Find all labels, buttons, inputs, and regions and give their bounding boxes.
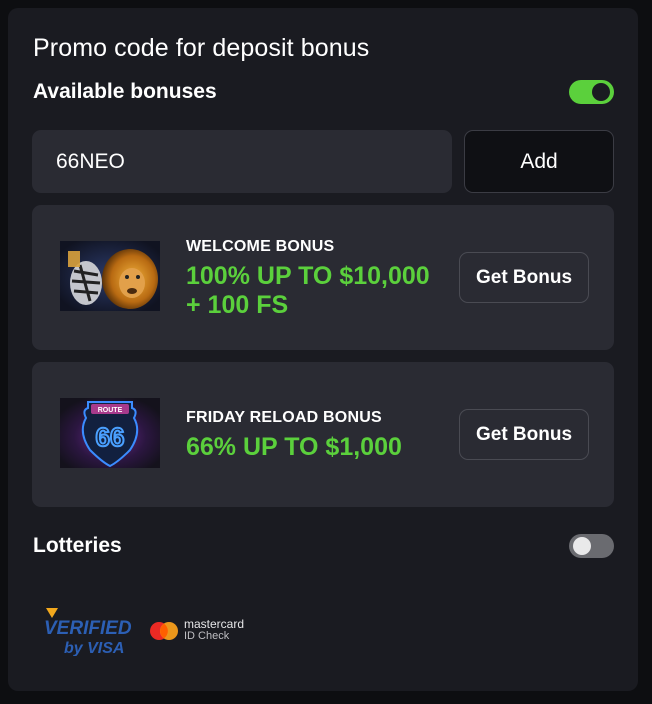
id-check-text: ID Check xyxy=(184,630,230,642)
get-bonus-button[interactable]: Get Bonus xyxy=(459,409,589,460)
panel-title: Promo code for deposit bonus xyxy=(33,34,370,62)
svg-text:VERIFIED: VERIFIED xyxy=(44,618,132,639)
lotteries-toggle[interactable] xyxy=(569,534,614,558)
mastercard-id-check-logo: mastercard ID Check xyxy=(148,618,268,644)
get-bonus-button[interactable]: Get Bonus xyxy=(459,252,589,303)
add-button[interactable]: Add xyxy=(464,130,614,193)
bonus-card-welcome: WELCOME BONUS 100% UP TO $10,000 + 100 F… xyxy=(32,205,614,350)
mastercard-text: mastercard xyxy=(184,617,245,631)
bonus-card-friday-reload: ROUTE 66 FRIDAY RELOAD BONUS 66% UP TO $… xyxy=(32,362,614,507)
card-caption: FRIDAY RELOAD BONUS xyxy=(186,409,382,426)
available-bonuses-row: Available bonuses xyxy=(33,78,614,106)
svg-text:by VISA: by VISA xyxy=(64,640,124,656)
available-bonuses-label: Available bonuses xyxy=(33,80,217,103)
toggle-knob xyxy=(592,83,610,101)
mastercard-icon xyxy=(150,622,178,640)
verified-by-visa-logo: VERIFIED by VISA xyxy=(44,608,132,656)
lotteries-label: Lotteries xyxy=(33,534,122,557)
svg-text:ROUTE: ROUTE xyxy=(98,407,123,414)
lotteries-row: Lotteries xyxy=(33,532,614,560)
promo-panel: Promo code for deposit bonus Available b… xyxy=(8,8,638,691)
available-bonuses-toggle[interactable] xyxy=(569,80,614,104)
promo-code-input[interactable] xyxy=(32,130,452,193)
route-66-icon: ROUTE 66 xyxy=(60,398,160,468)
card-offer: 100% UP TO $10,000 + 100 FS xyxy=(186,262,430,319)
svg-text:66: 66 xyxy=(96,422,125,452)
lions-icon xyxy=(60,241,160,311)
card-offer: 66% UP TO $1,000 xyxy=(186,433,402,461)
payment-logos: VERIFIED by VISA mastercard ID Check xyxy=(42,606,302,656)
card-caption: WELCOME BONUS xyxy=(186,238,335,255)
toggle-knob xyxy=(573,537,591,555)
